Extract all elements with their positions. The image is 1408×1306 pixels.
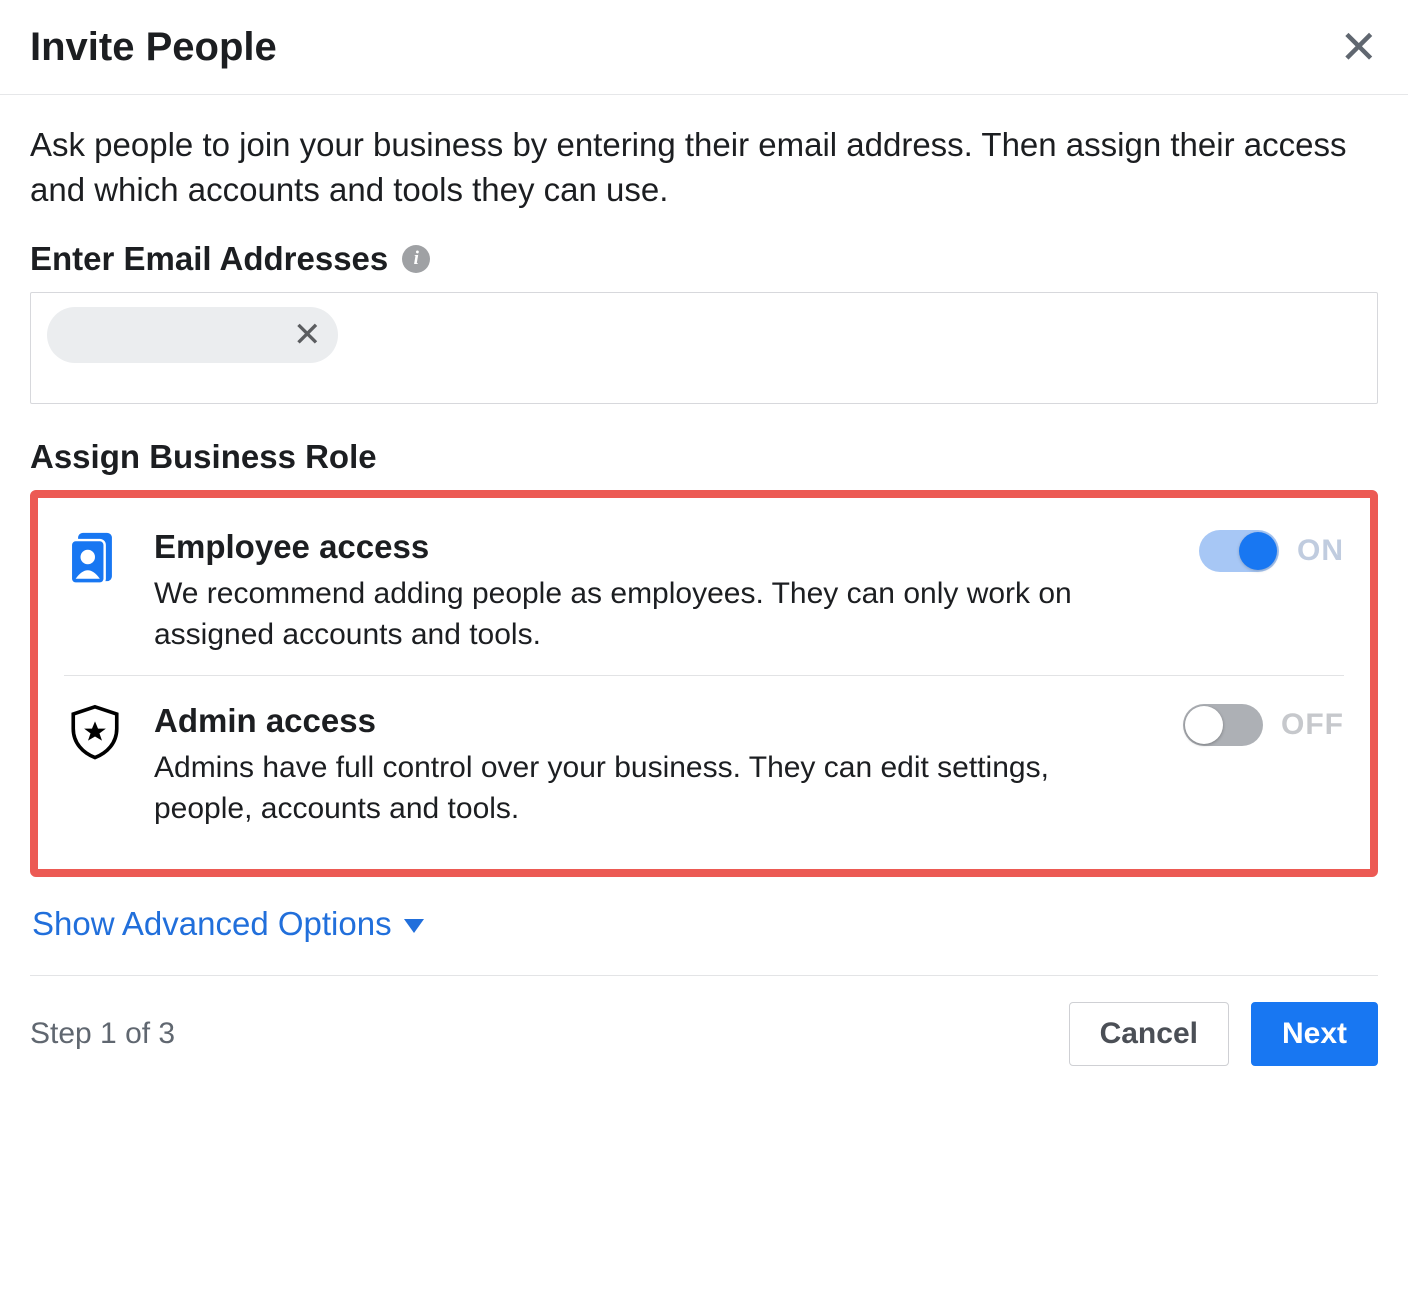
dialog-title: Invite People (30, 25, 277, 70)
email-chip-text (67, 325, 287, 345)
step-indicator: Step 1 of 3 (30, 1017, 175, 1051)
email-section-heading: Enter Email Addresses i (30, 240, 1378, 278)
role-desc-employee: We recommend adding people as employees.… (154, 574, 1126, 655)
invite-people-dialog: Invite People ✕ Ask people to join your … (0, 0, 1408, 1126)
next-button[interactable]: Next (1251, 1002, 1378, 1066)
role-text-employee: Employee access We recommend adding peop… (154, 528, 1126, 655)
cancel-button[interactable]: Cancel (1069, 1002, 1229, 1066)
dialog-footer: Step 1 of 3 Cancel Next (0, 976, 1408, 1126)
role-row-employee: Employee access We recommend adding peop… (64, 518, 1344, 675)
footer-buttons: Cancel Next (1069, 1002, 1378, 1066)
role-heading-text: Assign Business Role (30, 438, 377, 476)
toggle-wrap-admin: OFF (1154, 704, 1344, 746)
role-title-employee: Employee access (154, 528, 1126, 566)
toggle-admin[interactable] (1183, 704, 1263, 746)
info-icon[interactable]: i (402, 245, 430, 273)
intro-text: Ask people to join your business by ente… (30, 123, 1378, 212)
close-icon[interactable]: ✕ (1339, 24, 1378, 70)
role-title-admin: Admin access (154, 702, 1126, 740)
advanced-link-text: Show Advanced Options (32, 905, 392, 943)
dialog-header: Invite People ✕ (0, 0, 1408, 95)
role-text-admin: Admin access Admins have full control ov… (154, 702, 1126, 829)
email-chip[interactable]: ✕ (47, 307, 338, 363)
role-row-admin: Admin access Admins have full control ov… (64, 675, 1344, 849)
admin-shield-icon (64, 702, 126, 760)
toggle-wrap-employee: ON (1154, 530, 1344, 572)
employee-badge-icon (64, 528, 126, 586)
show-advanced-link[interactable]: Show Advanced Options (32, 905, 1376, 943)
dialog-body: Ask people to join your business by ente… (0, 95, 1408, 976)
caret-down-icon (404, 919, 424, 933)
role-section-heading: Assign Business Role (30, 438, 1378, 476)
toggle-label-admin: OFF (1281, 708, 1344, 742)
email-input-box[interactable]: ✕ (30, 292, 1378, 404)
email-heading-text: Enter Email Addresses (30, 240, 388, 278)
chip-remove-icon[interactable]: ✕ (293, 315, 322, 355)
roles-highlight-box: Employee access We recommend adding peop… (30, 490, 1378, 877)
toggle-employee[interactable] (1199, 530, 1279, 572)
toggle-label-employee: ON (1297, 534, 1344, 568)
role-desc-admin: Admins have full control over your busin… (154, 748, 1126, 829)
